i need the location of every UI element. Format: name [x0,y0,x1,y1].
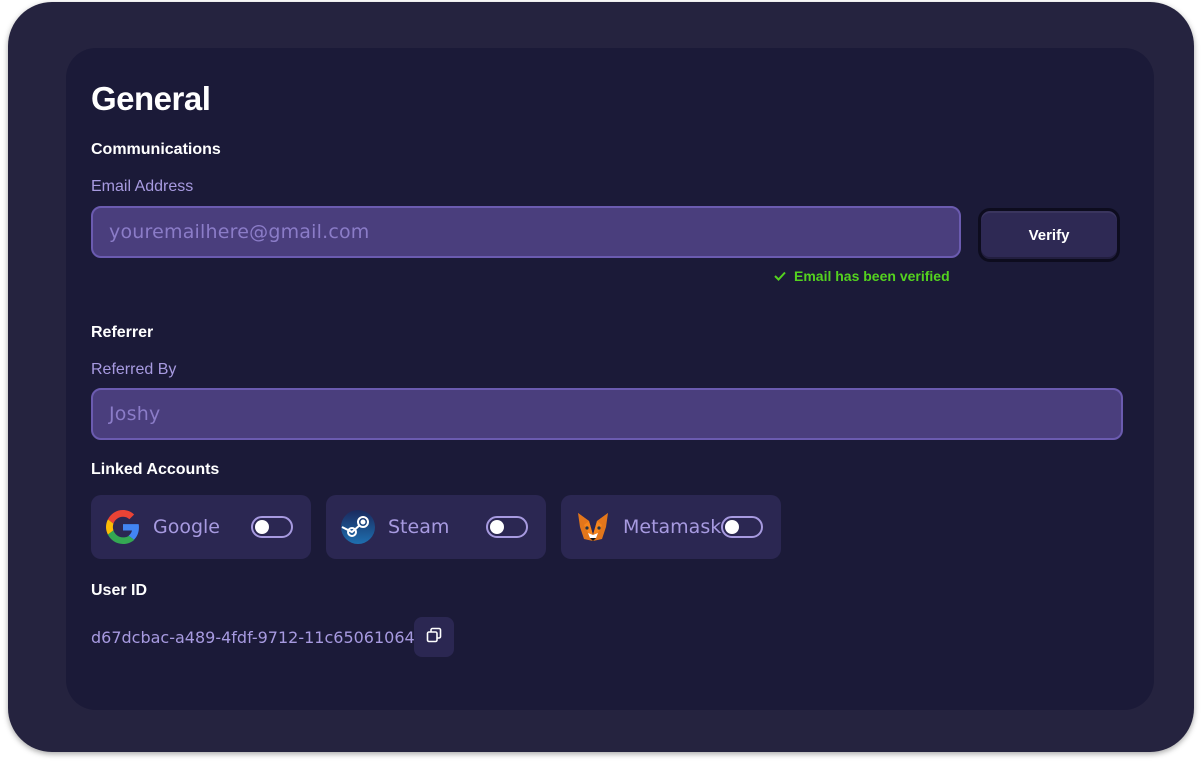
steam-icon [340,509,376,545]
steam-toggle[interactable] [486,516,528,538]
metamask-toggle[interactable] [721,516,763,538]
verify-button[interactable]: Verify [978,208,1120,262]
copy-icon [426,627,442,648]
linked-account-google: Google [91,495,311,559]
toggle-knob [725,520,739,534]
verified-text: Email has been verified [794,268,950,284]
referrer-heading: Referrer [91,324,154,341]
google-icon [105,509,141,545]
linked-account-metamask: Metamask [561,495,781,559]
referred-by-value: Joshy [109,403,161,425]
steam-label: Steam [388,516,450,538]
email-verified-status: Email has been verified [774,268,950,284]
checkmark-icon [774,268,786,284]
email-label: Email Address [91,178,194,195]
communications-heading: Communications [91,141,221,158]
metamask-icon [575,509,611,545]
google-label: Google [153,516,221,538]
linked-account-steam: Steam [326,495,546,559]
metamask-label: Metamask [623,516,722,538]
google-toggle[interactable] [251,516,293,538]
email-field[interactable]: youremailhere@gmail.com [91,206,961,258]
toggle-knob [490,520,504,534]
window-frame: General Communications Email Address you… [8,2,1194,752]
copy-button[interactable] [414,617,454,657]
page-title: General [91,80,211,117]
linked-accounts-heading: Linked Accounts [91,461,220,478]
referred-by-label: Referred By [91,361,177,378]
user-id-value: d67dcbac-a489-4fdf-9712-11c65061064c [91,628,424,647]
email-placeholder: youremailhere@gmail.com [109,221,370,243]
toggle-knob [255,520,269,534]
user-id-heading: User ID [91,582,148,599]
general-settings-panel: General Communications Email Address you… [66,48,1154,710]
referred-by-field[interactable]: Joshy [91,388,1123,440]
